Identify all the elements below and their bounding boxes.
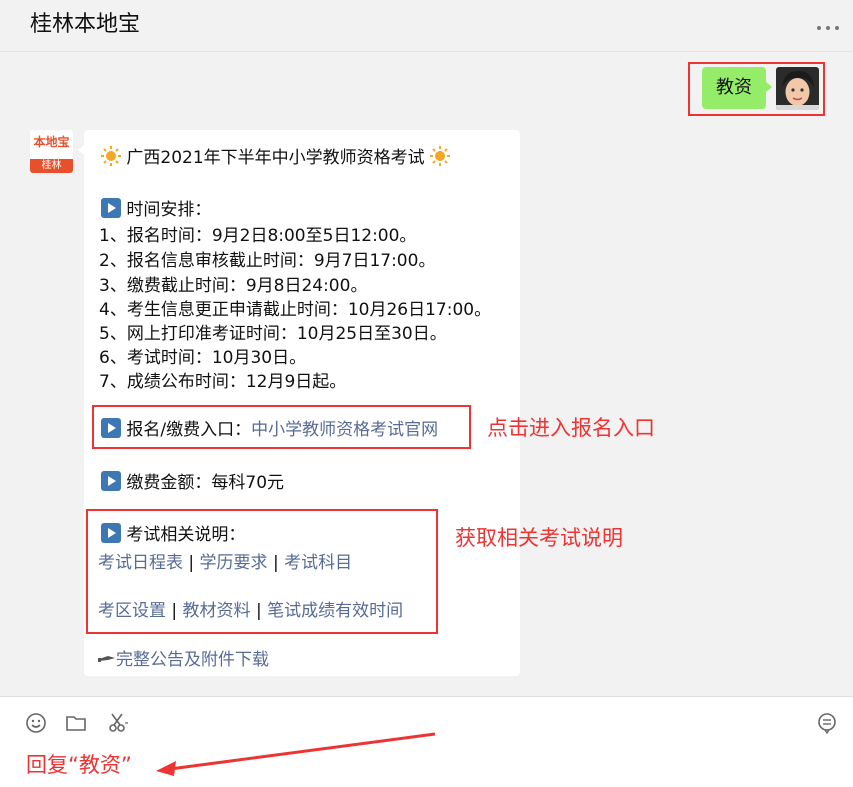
- sun-icon: [101, 146, 121, 166]
- download-link[interactable]: 完整公告及附件下载: [116, 650, 269, 670]
- exam-subjects-link[interactable]: 考试科目: [284, 553, 352, 573]
- link-separator: |: [255, 601, 262, 621]
- download-line: 完整公告及附件下载: [98, 645, 269, 670]
- link-separator: |: [188, 553, 195, 573]
- exam-schedule-link[interactable]: 考试日程表: [98, 553, 183, 573]
- card-title-line: 广西2021年下半年中小学教师资格考试: [101, 143, 451, 168]
- schedule-item: 7、成绩公布时间：12月9日起。: [99, 372, 347, 392]
- entry-annotation: 点击进入报名入口: [487, 416, 655, 440]
- reply-annotation: 回复“教资”: [26, 753, 132, 777]
- education-requirement-link[interactable]: 学历要求: [200, 553, 268, 573]
- schedule-item: 1、报名时间：9月2日8:00至5日12:00。: [99, 226, 417, 246]
- entry-label: 报名/缴费入口：: [126, 420, 252, 440]
- schedule-item: 2、报名信息审核截止时间：9月7日17:00。: [99, 251, 436, 271]
- brand-city-tag: 桂林: [30, 159, 73, 173]
- exam-area-link[interactable]: 考区设置: [98, 601, 166, 621]
- schedule-item: 4、考生信息更正申请截止时间：10月26日17:00。: [99, 300, 492, 320]
- official-account-avatar[interactable]: 本地宝 桂林: [30, 130, 73, 173]
- sun-icon: [430, 146, 451, 166]
- scissors-icon[interactable]: [107, 712, 129, 734]
- notes-heading-line: 考试相关说明：: [101, 520, 245, 545]
- more-dot-icon: [817, 26, 821, 30]
- brand-logo: 本地宝: [33, 135, 70, 149]
- more-options-button[interactable]: [817, 18, 841, 32]
- schedule-item: 3、缴费截止时间：9月8日24:00。: [99, 276, 368, 296]
- official-site-link[interactable]: 中小学教师资格考试官网: [251, 420, 438, 440]
- more-dot-icon: [826, 26, 830, 30]
- schedule-heading-line: 时间安排：: [101, 195, 211, 220]
- play-icon: [101, 418, 121, 438]
- schedule-item: 6、考试时间：10月30日。: [99, 348, 307, 368]
- notes-links-row: 考区设置 | 教材资料 | 笔试成绩有效时间: [98, 596, 403, 621]
- link-separator: |: [272, 553, 279, 573]
- chat-header: 桂林本地宝: [0, 0, 853, 52]
- chat-history-icon[interactable]: [816, 712, 838, 734]
- annotation-arrow-icon: [156, 732, 436, 776]
- textbook-materials-link[interactable]: 教材资料: [183, 601, 251, 621]
- pointing-hand-icon: [98, 656, 115, 662]
- user-avatar[interactable]: [776, 67, 819, 110]
- entry-line: 报名/缴费入口：中小学教师资格考试官网: [101, 415, 438, 440]
- chat-title: 桂林本地宝: [30, 12, 141, 37]
- play-icon: [101, 523, 121, 543]
- emoji-icon[interactable]: [25, 712, 47, 734]
- user-photo-icon: [776, 67, 819, 110]
- play-icon: [101, 471, 121, 491]
- link-separator: |: [171, 601, 178, 621]
- notes-annotation: 获取相关考试说明: [455, 526, 623, 550]
- card-title: 广西2021年下半年中小学教师资格考试: [126, 148, 425, 168]
- fee-text: 缴费金额：每科70元: [126, 473, 285, 493]
- schedule-item: 5、网上打印准考证时间：10月25日至30日。: [99, 324, 447, 344]
- outgoing-message-bubble[interactable]: 教资: [702, 67, 772, 109]
- play-icon: [101, 198, 121, 218]
- fee-line: 缴费金额：每科70元: [101, 468, 284, 493]
- score-validity-link[interactable]: 笔试成绩有效时间: [267, 601, 403, 621]
- notes-links-row: 考试日程表 | 学历要求 | 考试科目: [98, 548, 352, 573]
- more-dot-icon: [835, 26, 839, 30]
- folder-icon[interactable]: [65, 712, 87, 734]
- schedule-heading: 时间安排：: [126, 200, 212, 220]
- notes-heading: 考试相关说明：: [126, 525, 246, 545]
